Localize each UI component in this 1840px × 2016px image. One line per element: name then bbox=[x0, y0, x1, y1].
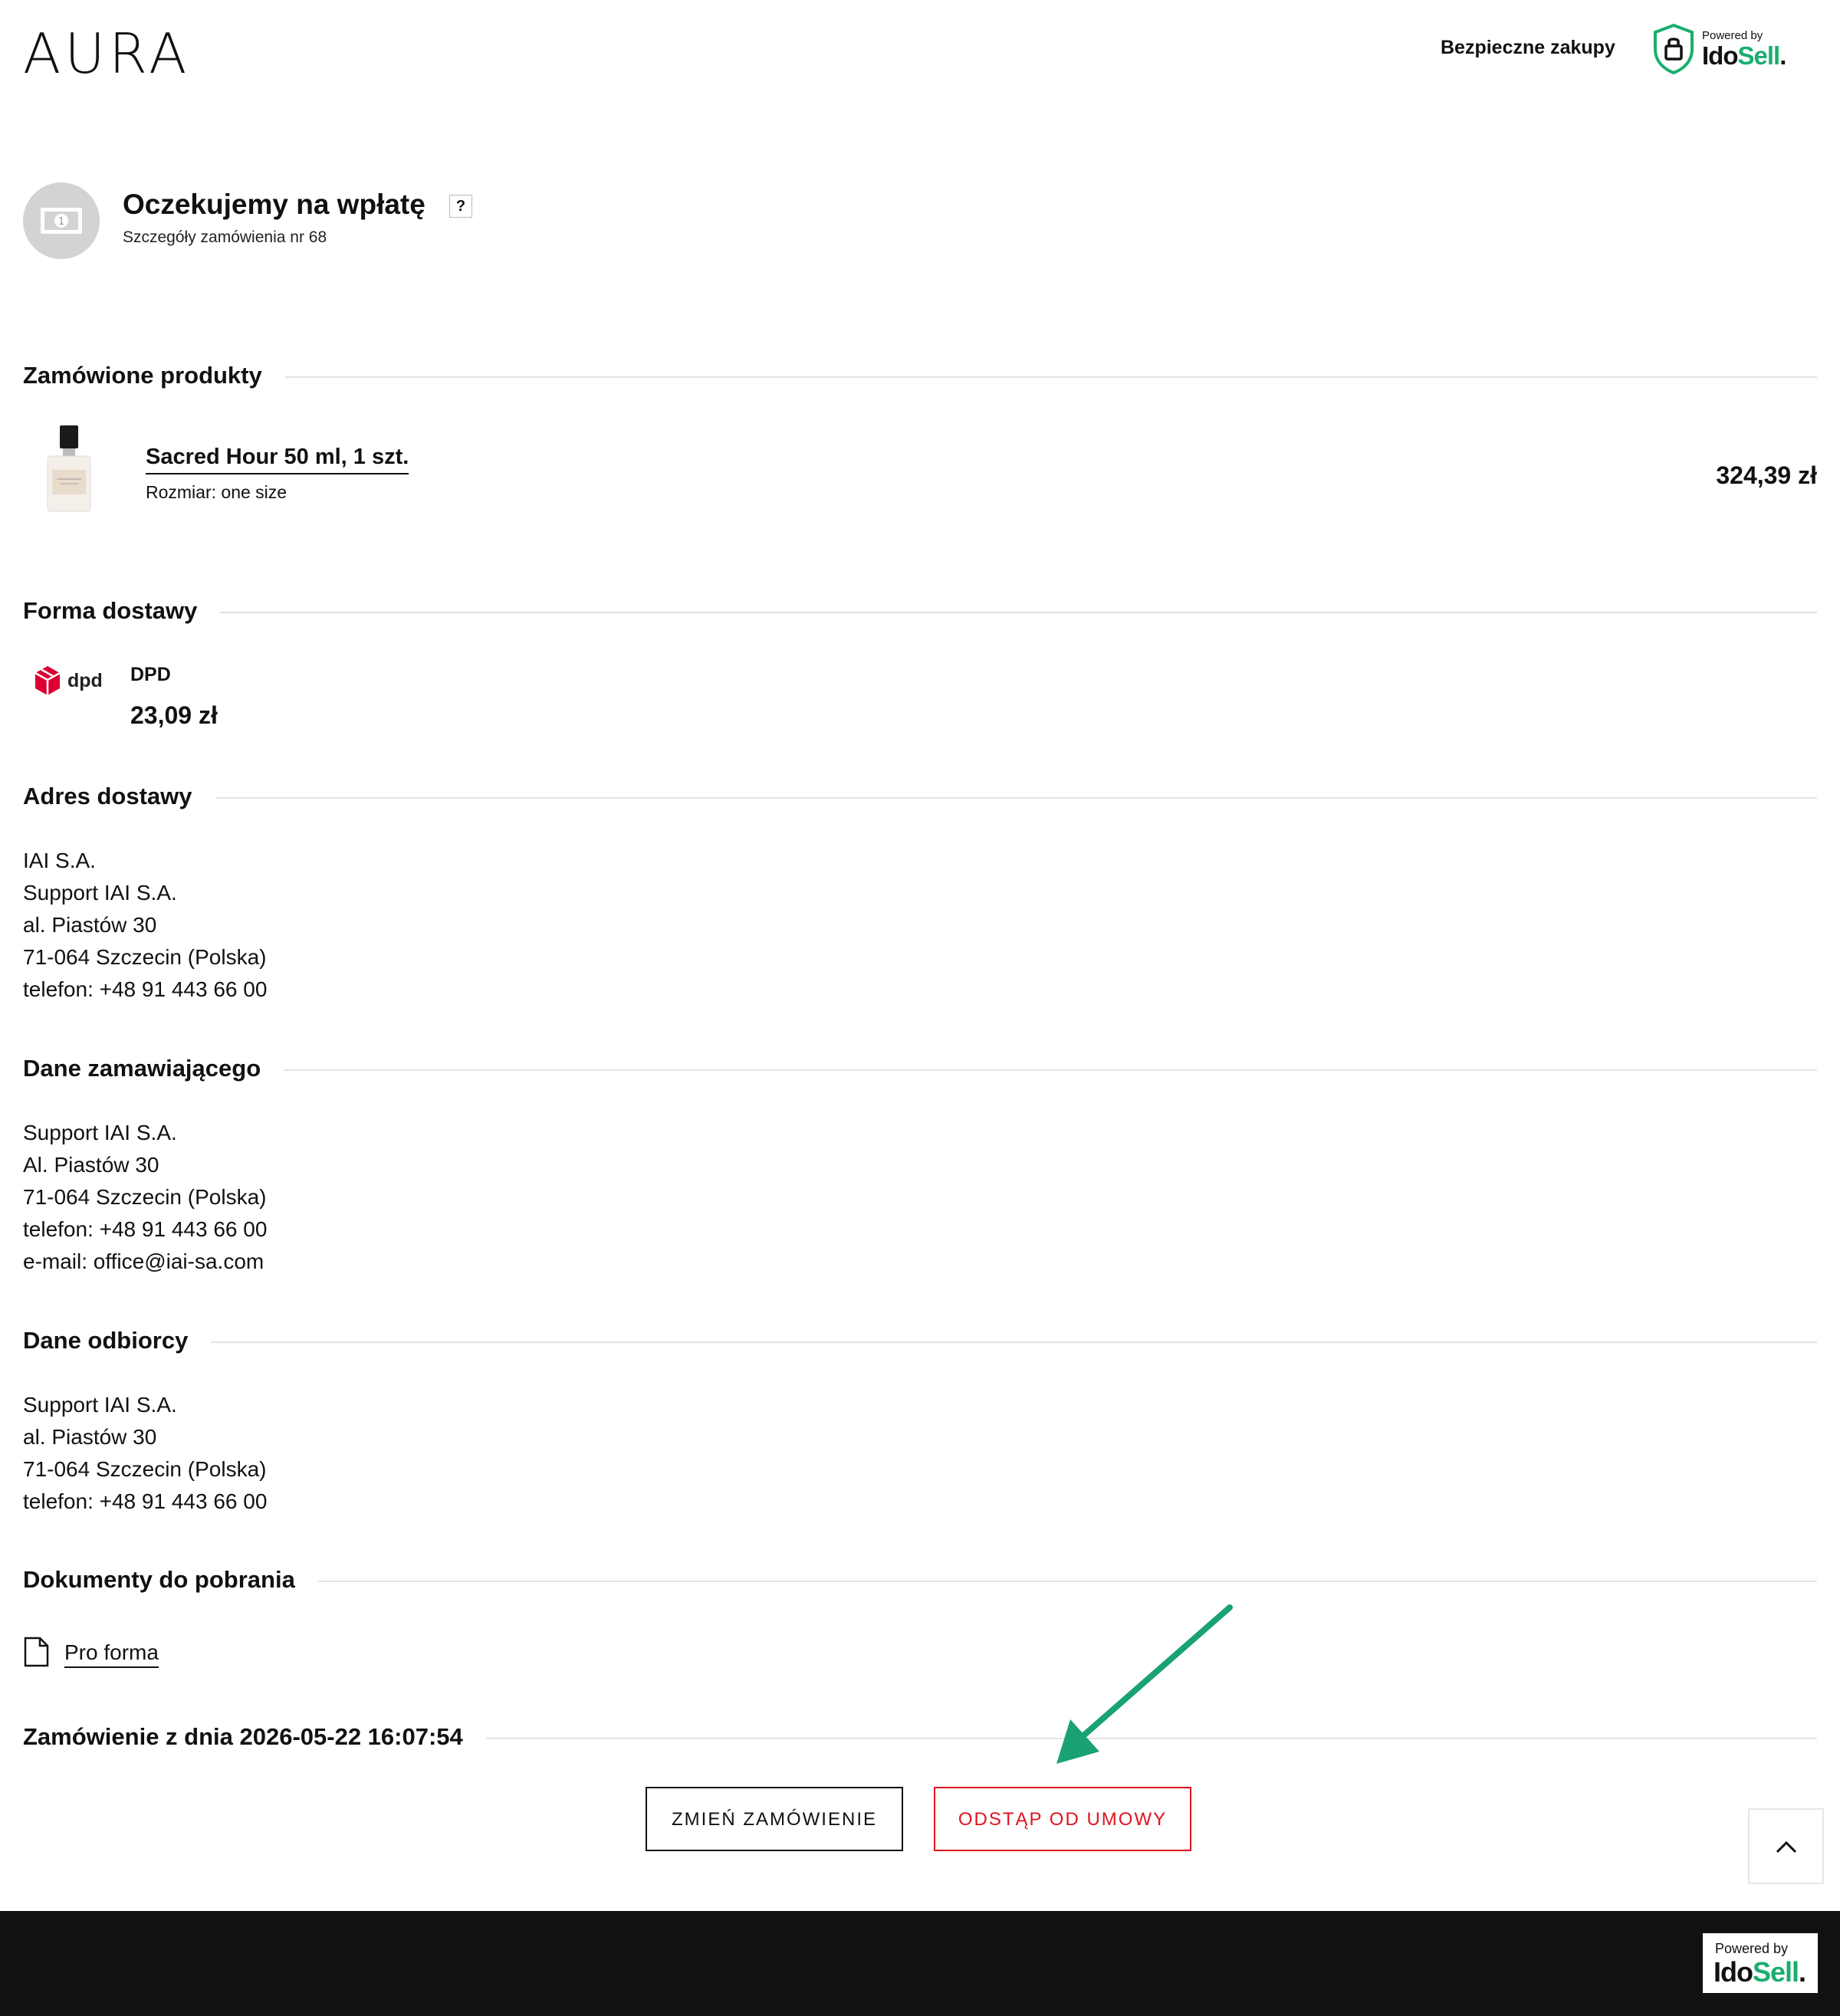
divider bbox=[23, 376, 1817, 378]
orderer-block: Support IAI S.A. Al. Piastów 30 71-064 S… bbox=[23, 1117, 267, 1278]
scroll-top-button[interactable] bbox=[1748, 1808, 1824, 1884]
footer-idosell-badge[interactable]: Powered by IdoSell. bbox=[1703, 1933, 1818, 1993]
footer-brand-ido: Ido bbox=[1714, 1956, 1753, 1988]
section-delivery: Forma dostawy bbox=[23, 597, 1817, 628]
orderer-line: Al. Piastów 30 bbox=[23, 1153, 159, 1177]
section-title: Zamówienie z dnia 2026-05-22 16:07:54 bbox=[23, 1723, 486, 1751]
annotation-arrow-icon bbox=[1056, 1604, 1233, 1764]
address-line: Support IAI S.A. bbox=[23, 881, 177, 905]
dpd-logo-text: dpd bbox=[67, 670, 103, 691]
badge-brand-sell: Sell bbox=[1737, 41, 1780, 70]
section-orderer: Dane zamawiającego bbox=[23, 1055, 1817, 1085]
recipient-line: 71-064 Szczecin (Polska) bbox=[23, 1457, 267, 1481]
recipient-line: al. Piastów 30 bbox=[23, 1425, 157, 1449]
recipient-block: Support IAI S.A. al. Piastów 30 71-064 S… bbox=[23, 1389, 267, 1518]
section-documents: Dokumenty do pobrania bbox=[23, 1566, 1817, 1597]
orderer-line: e-mail: office@iai-sa.com bbox=[23, 1249, 264, 1273]
shipping-name: DPD bbox=[130, 664, 171, 685]
withdraw-button[interactable]: ODSTĄP OD UMOWY bbox=[934, 1787, 1191, 1851]
section-delivery-address: Adres dostawy bbox=[23, 783, 1817, 813]
section-title: Forma dostawy bbox=[23, 597, 221, 625]
recipient-line: Support IAI S.A. bbox=[23, 1393, 177, 1417]
address-line: al. Piastów 30 bbox=[23, 913, 157, 937]
address-line: IAI S.A. bbox=[23, 849, 96, 872]
address-line: 71-064 Szczecin (Polska) bbox=[23, 945, 267, 969]
section-title: Zamówione produkty bbox=[23, 362, 285, 389]
document-icon bbox=[24, 1637, 49, 1667]
orderer-line: 71-064 Szczecin (Polska) bbox=[23, 1185, 267, 1209]
delivery-address-block: IAI S.A. Support IAI S.A. al. Piastów 30… bbox=[23, 845, 267, 1006]
svg-text:1: 1 bbox=[58, 216, 64, 228]
divider bbox=[23, 1069, 1817, 1071]
footer-brand: IdoSell. bbox=[1714, 1956, 1806, 1988]
address-line: telefon: +48 91 443 66 00 bbox=[23, 977, 268, 1001]
proforma-link[interactable]: Pro forma bbox=[64, 1640, 159, 1668]
product-size: Rozmiar: one size bbox=[146, 482, 288, 502]
dpd-logo: dpd bbox=[34, 665, 107, 699]
badge-powered-by: Powered by bbox=[1702, 29, 1763, 42]
badge-brand-dot: . bbox=[1779, 41, 1786, 70]
footer: Powered by IdoSell. bbox=[0, 1911, 1840, 2016]
shield-lock-icon bbox=[1654, 23, 1694, 75]
header: AURA Bezpieczne zakupy Powered by IdoSel… bbox=[0, 0, 1840, 107]
divider bbox=[23, 797, 1817, 799]
dpd-cube-icon bbox=[34, 666, 61, 695]
chevron-up-icon bbox=[1776, 1840, 1797, 1853]
section-order-date: Zamówienie z dnia 2026-05-22 16:07:54 bbox=[23, 1723, 1817, 1754]
footer-brand-dot: . bbox=[1799, 1956, 1806, 1988]
divider bbox=[23, 612, 1817, 613]
product-price: 324,39 zł bbox=[1716, 461, 1817, 489]
banknote-icon: 1 bbox=[23, 182, 100, 259]
order-number-label: Szczegóły zamówienia nr 68 bbox=[123, 228, 327, 246]
product-image[interactable] bbox=[44, 425, 94, 514]
section-title: Adres dostawy bbox=[23, 783, 215, 810]
shipping-price: 23,09 zł bbox=[130, 701, 218, 729]
help-button[interactable]: ? bbox=[449, 195, 472, 218]
footer-brand-sell: Sell bbox=[1752, 1956, 1799, 1988]
orderer-line: Support IAI S.A. bbox=[23, 1121, 177, 1144]
section-products: Zamówione produkty bbox=[23, 362, 1817, 392]
divider bbox=[23, 1341, 1817, 1343]
section-title: Dane zamawiającego bbox=[23, 1055, 284, 1082]
section-title: Dokumenty do pobrania bbox=[23, 1566, 318, 1594]
section-title: Dane odbiorcy bbox=[23, 1327, 212, 1354]
section-recipient: Dane odbiorcy bbox=[23, 1327, 1817, 1358]
shop-logo[interactable]: AURA bbox=[23, 21, 190, 86]
idosell-badge[interactable]: Powered by IdoSell. bbox=[1652, 23, 1786, 77]
footer-powered-by: Powered by bbox=[1715, 1941, 1789, 1956]
badge-brand: IdoSell. bbox=[1702, 41, 1786, 71]
change-order-button[interactable]: ZMIEŃ ZAMÓWIENIE bbox=[646, 1787, 903, 1851]
badge-brand-ido: Ido bbox=[1702, 41, 1738, 70]
recipient-line: telefon: +48 91 443 66 00 bbox=[23, 1489, 268, 1513]
secure-shopping-label: Bezpieczne zakupy bbox=[1441, 37, 1615, 58]
orderer-line: telefon: +48 91 443 66 00 bbox=[23, 1217, 268, 1241]
product-name-link[interactable]: Sacred Hour 50 ml, 1 szt. bbox=[146, 445, 409, 474]
status-title: Oczekujemy na wpłatę bbox=[123, 189, 426, 220]
